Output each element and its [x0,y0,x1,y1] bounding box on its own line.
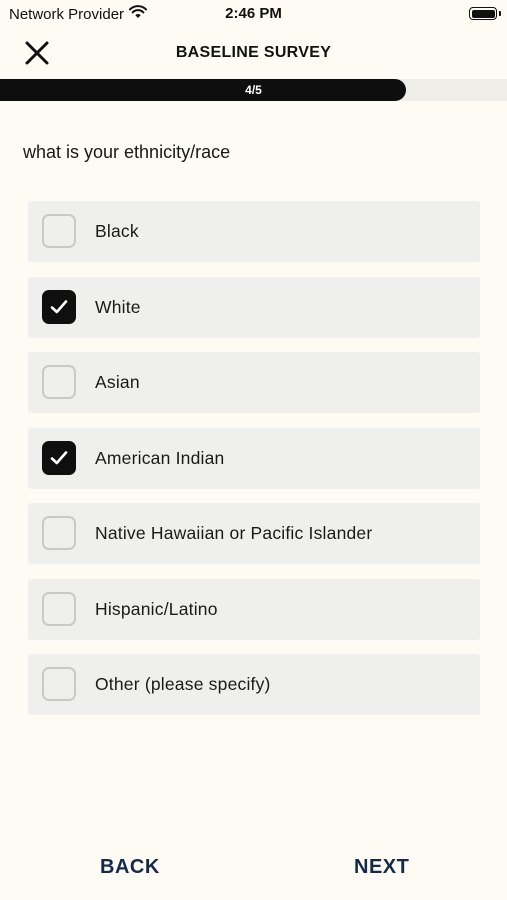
back-button[interactable]: BACK [100,856,160,879]
checkbox[interactable] [42,365,76,399]
checkmark-icon [50,299,68,313]
battery-icon [469,7,497,20]
option-american-indian[interactable]: American Indian [28,427,480,489]
option-hispanic-latino[interactable]: Hispanic/Latino [28,578,480,640]
progress-label: 4/5 [245,83,262,97]
page-title: BASELINE SURVEY [175,44,332,61]
checkbox[interactable] [42,289,76,324]
options-list: Black White Asian American Indian Native… [28,201,480,730]
option-black[interactable]: Black [28,201,480,262]
option-white[interactable]: White [28,276,480,338]
question-text: what is your ethnicity/race [23,142,231,162]
option-label: Black [95,221,139,241]
option-label: Asian [95,372,140,392]
checkmark-icon [50,450,68,464]
option-label: Native Hawaiian or Pacific Islander [95,523,373,543]
status-bar: Network Provider 2:46 PM [0,0,507,28]
option-native-hawaiian[interactable]: Native Hawaiian or Pacific Islander [28,503,480,564]
status-time: 2:46 PM [225,5,282,22]
survey-screen: Network Provider 2:46 PM BASELINE SURVEY… [0,0,507,900]
next-button[interactable]: NEXT [354,856,409,879]
option-other[interactable]: Other (please specify) [28,654,480,715]
checkbox[interactable] [42,440,76,475]
checkbox[interactable] [42,667,76,701]
checkbox[interactable] [42,516,76,550]
option-label: Hispanic/Latino [95,598,218,619]
progress-bar: 4/5 [0,79,507,101]
battery-tip [499,11,501,16]
option-label: White [95,296,141,317]
checkbox[interactable] [42,591,76,626]
option-label: American Indian [95,447,225,468]
option-asian[interactable]: Asian [28,352,480,413]
option-label: Other (please specify) [95,674,271,694]
checkbox[interactable] [42,214,76,248]
